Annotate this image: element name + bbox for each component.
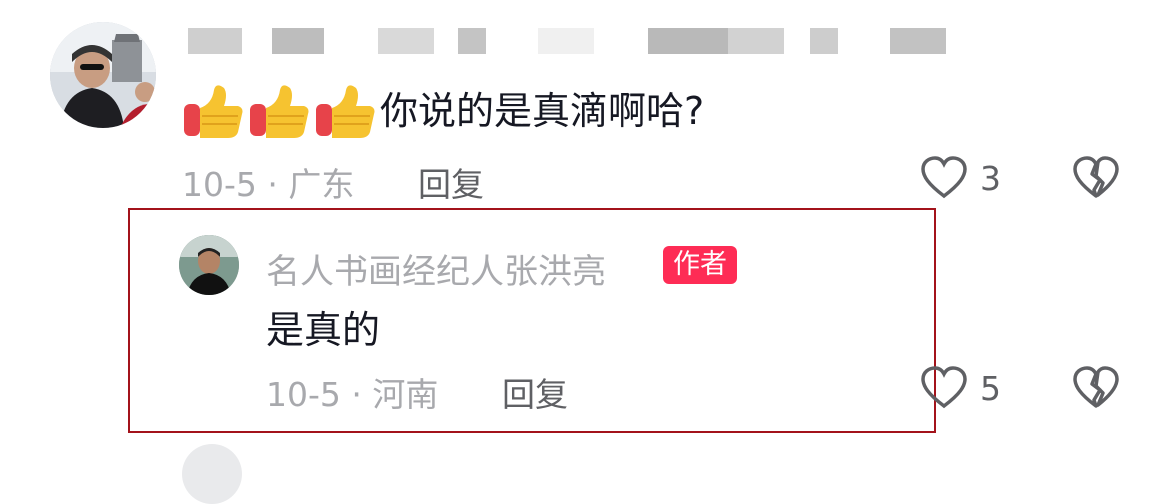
like-count: 5 xyxy=(980,368,1001,408)
commenter-name-blurred[interactable] xyxy=(188,28,948,54)
comment-text: 你说的是真滴啊哈? xyxy=(182,82,704,140)
reply-button[interactable]: 回复 xyxy=(502,368,568,416)
reply-text: 是真的 xyxy=(266,308,381,352)
reply-date-location: 10-5 · 河南 xyxy=(266,375,439,414)
heart-icon xyxy=(920,366,968,410)
thumbs-up-emoji xyxy=(248,82,310,140)
like-button[interactable]: 3 xyxy=(920,156,1001,200)
thumbs-up-emoji xyxy=(314,82,376,140)
like-count: 3 xyxy=(980,158,1001,198)
comment-body: 你说的是真滴啊哈? xyxy=(380,89,705,133)
author-badge: 作者 xyxy=(663,246,737,284)
comment-date-location: 10-5 · 广东 xyxy=(182,165,355,204)
broken-heart-icon[interactable] xyxy=(1072,156,1120,200)
author-name[interactable]: 名人书画经纪人张洪亮 xyxy=(266,244,606,293)
heart-icon xyxy=(920,156,968,200)
next-comment-avatar[interactable] xyxy=(182,444,242,504)
broken-heart-icon[interactable] xyxy=(1072,366,1120,410)
commenter-avatar[interactable] xyxy=(50,22,156,128)
like-button[interactable]: 5 xyxy=(920,366,1001,410)
thumbs-up-emoji xyxy=(182,82,244,140)
author-avatar[interactable] xyxy=(179,235,239,295)
reply-button[interactable]: 回复 xyxy=(418,158,484,206)
